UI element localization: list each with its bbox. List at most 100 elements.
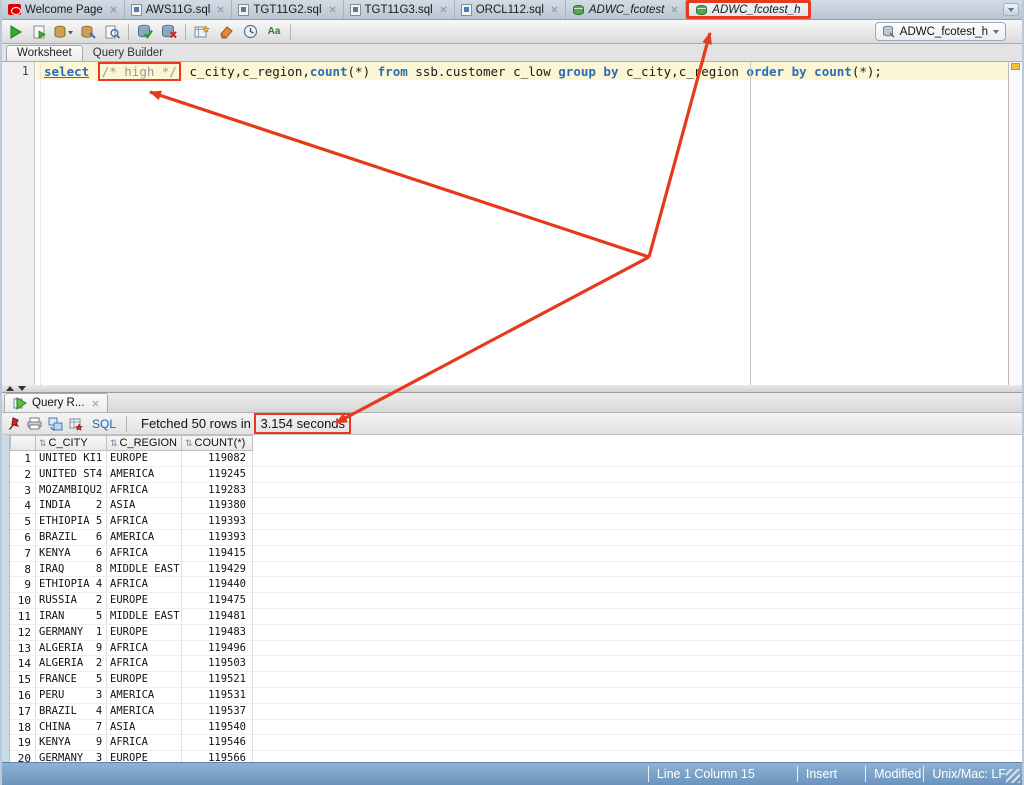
resize-grip[interactable] bbox=[1006, 769, 1020, 783]
table-row[interactable]: 6 BRAZIL 6 AMERICA 119393 bbox=[10, 530, 1022, 546]
count-cell[interactable]: 119496 bbox=[182, 641, 253, 656]
count-cell[interactable]: 119540 bbox=[182, 720, 253, 735]
region-cell[interactable]: MIDDLE EAST bbox=[107, 609, 182, 624]
column-header-c-region[interactable]: ⇅ C_REGION bbox=[107, 435, 182, 451]
city-cell[interactable]: BRAZIL 6 bbox=[36, 530, 107, 545]
tab-query-result[interactable]: Query R... bbox=[4, 393, 108, 412]
region-cell[interactable]: ASIA bbox=[107, 498, 182, 513]
table-row[interactable]: 20 GERMANY 3 EUROPE 119566 bbox=[10, 751, 1022, 762]
row-number-header[interactable] bbox=[10, 435, 36, 451]
city-cell[interactable]: CHINA 7 bbox=[36, 720, 107, 735]
count-cell[interactable]: 119483 bbox=[182, 625, 253, 640]
run-statement-button[interactable] bbox=[6, 22, 26, 42]
sql-editor[interactable]: 1 select /* high */ c_city,c_region,coun… bbox=[2, 62, 1022, 385]
export-grid-icon[interactable] bbox=[69, 417, 84, 431]
city-cell[interactable]: RUSSIA 2 bbox=[36, 593, 107, 608]
city-cell[interactable]: UNITED ST4 bbox=[36, 467, 107, 482]
sql-tuning-advisor-button[interactable] bbox=[102, 22, 122, 42]
close-icon[interactable] bbox=[110, 6, 117, 13]
count-cell[interactable]: 119521 bbox=[182, 672, 253, 687]
tab-adwc-fcotest-h[interactable]: ADWC_fcotest_h bbox=[686, 0, 810, 19]
close-icon[interactable] bbox=[671, 6, 678, 13]
region-cell[interactable]: AMERICA bbox=[107, 704, 182, 719]
count-cell[interactable]: 119245 bbox=[182, 467, 253, 482]
region-cell[interactable]: AFRICA bbox=[107, 641, 182, 656]
city-cell[interactable]: IRAN 5 bbox=[36, 609, 107, 624]
column-header-c-city[interactable]: ⇅ C_CITY bbox=[36, 435, 107, 451]
city-cell[interactable]: UNITED KI1 bbox=[36, 451, 107, 466]
table-row[interactable]: 19 KENYA 9 AFRICA 119546 bbox=[10, 735, 1022, 751]
region-cell[interactable]: EUROPE bbox=[107, 751, 182, 762]
table-row[interactable]: 17 BRAZIL 4 AMERICA 119537 bbox=[10, 704, 1022, 720]
count-cell[interactable]: 119415 bbox=[182, 546, 253, 561]
rollback-button[interactable] bbox=[159, 22, 179, 42]
city-cell[interactable]: PERU 3 bbox=[36, 688, 107, 703]
count-cell[interactable]: 119481 bbox=[182, 609, 253, 624]
autotrace-button[interactable] bbox=[78, 22, 98, 42]
count-cell[interactable]: 119475 bbox=[182, 593, 253, 608]
count-cell[interactable]: 119546 bbox=[182, 735, 253, 750]
explain-plan-button[interactable] bbox=[54, 22, 74, 42]
change-case-button[interactable]: Aa bbox=[264, 22, 284, 42]
region-cell[interactable]: AMERICA bbox=[107, 530, 182, 545]
table-row[interactable]: 8 IRAQ 8 MIDDLE EAST 119429 bbox=[10, 562, 1022, 578]
sql-history-button[interactable] bbox=[240, 22, 260, 42]
count-cell[interactable]: 119380 bbox=[182, 498, 253, 513]
region-cell[interactable]: AFRICA bbox=[107, 577, 182, 592]
region-cell[interactable]: AFRICA bbox=[107, 546, 182, 561]
count-cell[interactable]: 119531 bbox=[182, 688, 253, 703]
tab-aws11g[interactable]: AWS11G.sql bbox=[125, 0, 233, 19]
panel-splitter[interactable] bbox=[2, 385, 1022, 393]
close-icon[interactable] bbox=[440, 6, 447, 13]
city-cell[interactable]: MOZAMBIQU2 bbox=[36, 483, 107, 498]
tab-overflow-button[interactable] bbox=[1003, 3, 1019, 16]
region-cell[interactable]: MIDDLE EAST bbox=[107, 562, 182, 577]
tab-tgt11g2[interactable]: TGT11G2.sql bbox=[232, 0, 343, 19]
city-cell[interactable]: FRANCE 5 bbox=[36, 672, 107, 687]
table-row[interactable]: 18 CHINA 7 ASIA 119540 bbox=[10, 720, 1022, 736]
city-cell[interactable]: ALGERIA 2 bbox=[36, 656, 107, 671]
city-cell[interactable]: GERMANY 3 bbox=[36, 751, 107, 762]
city-cell[interactable]: IRAQ 8 bbox=[36, 562, 107, 577]
region-cell[interactable]: AMERICA bbox=[107, 467, 182, 482]
sql-link[interactable]: SQL bbox=[92, 417, 116, 431]
table-row[interactable]: 9 ETHIOPIA 4 AFRICA 119440 bbox=[10, 577, 1022, 593]
tab-welcome-page[interactable]: Welcome Page bbox=[2, 0, 125, 19]
city-cell[interactable]: ETHIOPIA 5 bbox=[36, 514, 107, 529]
table-row[interactable]: 13 ALGERIA 9 AFRICA 119496 bbox=[10, 641, 1022, 657]
refresh-grid-icon[interactable] bbox=[48, 417, 63, 431]
editor-scrollbar[interactable] bbox=[1008, 62, 1022, 385]
table-row[interactable]: 2 UNITED ST4 AMERICA 119245 bbox=[10, 467, 1022, 483]
close-icon[interactable] bbox=[92, 400, 99, 407]
count-cell[interactable]: 119393 bbox=[182, 530, 253, 545]
table-row[interactable]: 16 PERU 3 AMERICA 119531 bbox=[10, 688, 1022, 704]
city-cell[interactable]: KENYA 6 bbox=[36, 546, 107, 561]
commit-button[interactable] bbox=[135, 22, 155, 42]
tab-orcl112[interactable]: ORCL112.sql bbox=[455, 0, 566, 19]
table-row[interactable]: 15 FRANCE 5 EUROPE 119521 bbox=[10, 672, 1022, 688]
region-cell[interactable]: EUROPE bbox=[107, 451, 182, 466]
count-cell[interactable]: 119537 bbox=[182, 704, 253, 719]
column-header-count[interactable]: ⇅ COUNT(*) bbox=[182, 435, 253, 451]
tab-adwc-fcotest[interactable]: ADWC_fcotest bbox=[566, 0, 686, 19]
grid-body[interactable]: 1 UNITED KI1 EUROPE 119082 2 UNITED ST4 … bbox=[10, 451, 1022, 762]
region-cell[interactable]: EUROPE bbox=[107, 593, 182, 608]
city-cell[interactable]: INDIA 2 bbox=[36, 498, 107, 513]
table-row[interactable]: 12 GERMANY 1 EUROPE 119483 bbox=[10, 625, 1022, 641]
count-cell[interactable]: 119082 bbox=[182, 451, 253, 466]
count-cell[interactable]: 119283 bbox=[182, 483, 253, 498]
region-cell[interactable]: AFRICA bbox=[107, 483, 182, 498]
table-row[interactable]: 1 UNITED KI1 EUROPE 119082 bbox=[10, 451, 1022, 467]
city-cell[interactable]: GERMANY 1 bbox=[36, 625, 107, 640]
table-row[interactable]: 11 IRAN 5 MIDDLE EAST 119481 bbox=[10, 609, 1022, 625]
pin-icon[interactable] bbox=[8, 417, 21, 431]
connection-selector[interactable]: ADWC_fcotest_h bbox=[875, 22, 1006, 41]
city-cell[interactable]: BRAZIL 4 bbox=[36, 704, 107, 719]
region-cell[interactable]: AFRICA bbox=[107, 656, 182, 671]
table-row[interactable]: 4 INDIA 2 ASIA 119380 bbox=[10, 498, 1022, 514]
unshared-worksheet-button[interactable] bbox=[192, 22, 212, 42]
region-cell[interactable]: AFRICA bbox=[107, 514, 182, 529]
city-cell[interactable]: ALGERIA 9 bbox=[36, 641, 107, 656]
print-icon[interactable] bbox=[27, 417, 42, 430]
table-row[interactable]: 14 ALGERIA 2 AFRICA 119503 bbox=[10, 656, 1022, 672]
